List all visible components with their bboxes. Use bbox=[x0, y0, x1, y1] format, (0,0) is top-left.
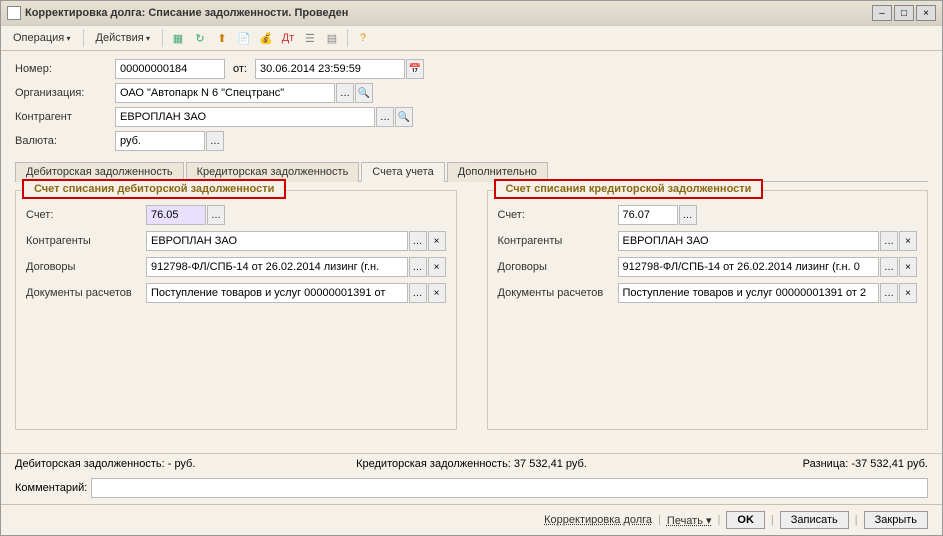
docs-label: Документы расчетов bbox=[26, 287, 146, 299]
close-button[interactable]: × bbox=[916, 5, 936, 21]
debit-legend: Счет списания дебиторской задолженности bbox=[22, 179, 286, 199]
actions-menu[interactable]: Действия bbox=[90, 30, 156, 46]
minimize-button[interactable]: – bbox=[872, 5, 892, 21]
contract-label: Договоры bbox=[26, 261, 146, 273]
debit-contr-input[interactable] bbox=[146, 231, 408, 251]
clear-icon[interactable]: × bbox=[899, 283, 917, 303]
footer: Корректировка долга | Печать ▾ | OK | За… bbox=[1, 504, 942, 535]
org-label: Организация: bbox=[15, 87, 115, 99]
maximize-button[interactable]: □ bbox=[894, 5, 914, 21]
contr-label: Контрагент bbox=[15, 111, 115, 123]
diff-summary: Разница: -37 532,41 руб. bbox=[624, 458, 928, 470]
debit-account-input[interactable] bbox=[146, 205, 206, 225]
tab-accounts[interactable]: Счета учета bbox=[361, 162, 444, 182]
credit-contract-input[interactable] bbox=[618, 257, 880, 277]
ok-button[interactable]: OK bbox=[726, 511, 765, 529]
ellipsis-button[interactable]: … bbox=[409, 231, 427, 251]
org-input[interactable] bbox=[115, 83, 335, 103]
print-button[interactable]: Печать ▾ bbox=[667, 514, 712, 527]
account-label: Счет: bbox=[498, 209, 618, 221]
clear-icon[interactable]: × bbox=[428, 283, 446, 303]
debit-contract-input[interactable] bbox=[146, 257, 408, 277]
contr-label: Контрагенты bbox=[498, 235, 618, 247]
toolbar-icon-4[interactable]: 📄 bbox=[235, 29, 253, 47]
toolbar-separator bbox=[162, 29, 163, 47]
comment-input[interactable] bbox=[91, 478, 928, 498]
date-input[interactable] bbox=[255, 59, 405, 79]
docs-label: Документы расчетов bbox=[498, 287, 618, 299]
search-icon[interactable]: 🔍 bbox=[395, 107, 413, 127]
credit-legend: Счет списания кредиторской задолженности bbox=[494, 179, 764, 199]
credit-writeoff-fieldset: Счет списания кредиторской задолженности… bbox=[487, 190, 929, 430]
ellipsis-button[interactable]: … bbox=[409, 257, 427, 277]
debit-summary: Дебиторская задолженность: - руб. bbox=[15, 458, 319, 470]
currency-label: Валюта: bbox=[15, 135, 115, 147]
ellipsis-button[interactable]: … bbox=[880, 283, 898, 303]
comment-label: Комментарий: bbox=[15, 482, 87, 494]
toolbar: Операция Действия ▦ ↻ ⬆ 📄 💰 Дт ☰ ▤ ? bbox=[1, 26, 942, 51]
debt-adjustment-link[interactable]: Корректировка долга bbox=[544, 514, 652, 526]
credit-docs-input[interactable] bbox=[618, 283, 880, 303]
contr-label: Контрагенты bbox=[26, 235, 146, 247]
contract-label: Договоры bbox=[498, 261, 618, 273]
ellipsis-button[interactable]: … bbox=[880, 257, 898, 277]
credit-contr-input[interactable] bbox=[618, 231, 880, 251]
toolbar-icon-7[interactable]: ☰ bbox=[301, 29, 319, 47]
clear-icon[interactable]: × bbox=[428, 257, 446, 277]
credit-summary: Кредиторская задолженность: 37 532,41 ру… bbox=[319, 458, 623, 470]
toolbar-separator bbox=[83, 29, 84, 47]
debit-writeoff-fieldset: Счет списания дебиторской задолженности … bbox=[15, 190, 457, 430]
calendar-icon[interactable]: 📅 bbox=[406, 59, 424, 79]
contr-input[interactable] bbox=[115, 107, 375, 127]
ellipsis-button[interactable]: … bbox=[206, 131, 224, 151]
toolbar-icon-3[interactable]: ⬆ bbox=[213, 29, 231, 47]
credit-account-input[interactable] bbox=[618, 205, 678, 225]
account-label: Счет: bbox=[26, 209, 146, 221]
clear-icon[interactable]: × bbox=[899, 231, 917, 251]
window-icon bbox=[7, 6, 21, 20]
close-button[interactable]: Закрыть bbox=[864, 511, 928, 529]
ellipsis-button[interactable]: … bbox=[880, 231, 898, 251]
toolbar-icon-2[interactable]: ↻ bbox=[191, 29, 209, 47]
summary-bar: Дебиторская задолженность: - руб. Кредит… bbox=[1, 453, 942, 474]
toolbar-icon-1[interactable]: ▦ bbox=[169, 29, 187, 47]
ellipsis-button[interactable]: … bbox=[336, 83, 354, 103]
number-label: Номер: bbox=[15, 63, 115, 75]
ellipsis-button[interactable]: … bbox=[207, 205, 225, 225]
toolbar-icon-8[interactable]: ▤ bbox=[323, 29, 341, 47]
number-input[interactable] bbox=[115, 59, 225, 79]
toolbar-separator bbox=[347, 29, 348, 47]
help-icon[interactable]: ? bbox=[354, 29, 372, 47]
search-icon[interactable]: 🔍 bbox=[355, 83, 373, 103]
from-label: от: bbox=[225, 63, 255, 75]
clear-icon[interactable]: × bbox=[899, 257, 917, 277]
ellipsis-button[interactable]: … bbox=[376, 107, 394, 127]
toolbar-icon-5[interactable]: 💰 bbox=[257, 29, 275, 47]
save-button[interactable]: Записать bbox=[780, 511, 849, 529]
currency-input[interactable] bbox=[115, 131, 205, 151]
toolbar-icon-6[interactable]: Дт bbox=[279, 29, 297, 47]
operation-menu[interactable]: Операция bbox=[7, 30, 77, 46]
clear-icon[interactable]: × bbox=[428, 231, 446, 251]
titlebar: Корректировка долга: Списание задолженно… bbox=[1, 1, 942, 26]
window-title: Корректировка долга: Списание задолженно… bbox=[25, 7, 872, 19]
debit-docs-input[interactable] bbox=[146, 283, 408, 303]
ellipsis-button[interactable]: … bbox=[679, 205, 697, 225]
ellipsis-button[interactable]: … bbox=[409, 283, 427, 303]
